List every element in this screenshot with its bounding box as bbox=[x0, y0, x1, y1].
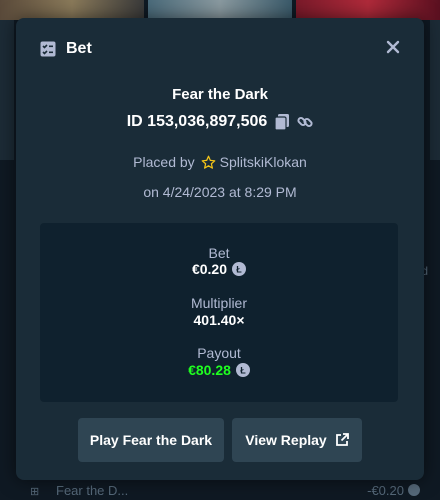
svg-text:Ł: Ł bbox=[236, 265, 242, 275]
external-link-icon bbox=[335, 433, 349, 446]
bet-label: Bet bbox=[208, 245, 230, 261]
svg-text:Ł: Ł bbox=[240, 366, 246, 376]
background-panel-left bbox=[0, 20, 14, 160]
bet-id: ID 153,036,897,506 bbox=[126, 113, 268, 130]
game-thumbnail bbox=[296, 0, 440, 20]
background-panel-right bbox=[430, 20, 440, 160]
multiplier-value: 401.40× bbox=[193, 312, 245, 328]
background-row-amount: -€0.20 bbox=[367, 482, 404, 498]
bet-details-modal: Bet Fear the Dark ID 153,036,897,506 Pla… bbox=[16, 18, 424, 480]
game-thumbnail bbox=[0, 0, 144, 20]
bet-value: €0.20 bbox=[191, 261, 228, 277]
bet-id-line: ID 153,036,897,506 bbox=[16, 113, 424, 131]
bet-stats-panel: Bet €0.20 Ł Multiplier 401.40× Payout €8… bbox=[40, 223, 398, 402]
multiplier-label: Multiplier bbox=[190, 295, 247, 311]
background-bet-row: ⊞ Fear the D... -€0.20 bbox=[0, 480, 440, 500]
bet-amount: €0.20 Ł bbox=[40, 261, 398, 277]
payout-value: €80.28 bbox=[188, 362, 231, 378]
modal-header: Bet bbox=[16, 18, 424, 80]
link-icon[interactable] bbox=[297, 114, 313, 130]
payout-amount: €80.28 Ł bbox=[40, 362, 398, 378]
star-icon bbox=[201, 155, 216, 169]
coin-icon bbox=[408, 484, 420, 496]
placed-by-line: Placed by SplitskiKlokan bbox=[16, 154, 424, 170]
modal-title: Bet bbox=[66, 40, 92, 57]
view-replay-label: View Replay bbox=[245, 432, 327, 448]
game-title: Fear the Dark bbox=[172, 86, 268, 103]
background-game-thumbnails bbox=[0, 0, 440, 20]
background-row-game: Fear the D... bbox=[56, 482, 129, 498]
game-icon: ⊞ bbox=[30, 486, 40, 498]
bet-slip-icon bbox=[40, 41, 56, 57]
copy-icon[interactable] bbox=[275, 114, 290, 130]
bet-date: on 4/24/2023 at 8:29 PM bbox=[143, 184, 297, 200]
username-link[interactable]: SplitskiKlokan bbox=[220, 154, 307, 170]
coin-icon: Ł bbox=[235, 363, 250, 377]
view-replay-button[interactable]: View Replay bbox=[232, 418, 362, 462]
play-game-button[interactable]: Play Fear the Dark bbox=[78, 418, 224, 462]
payout-label: Payout bbox=[197, 345, 241, 361]
close-icon[interactable] bbox=[386, 40, 400, 54]
play-game-label: Play Fear the Dark bbox=[89, 432, 213, 448]
game-thumbnail bbox=[148, 0, 292, 20]
coin-icon: Ł bbox=[232, 262, 247, 276]
placed-by-label: Placed by bbox=[133, 154, 195, 170]
